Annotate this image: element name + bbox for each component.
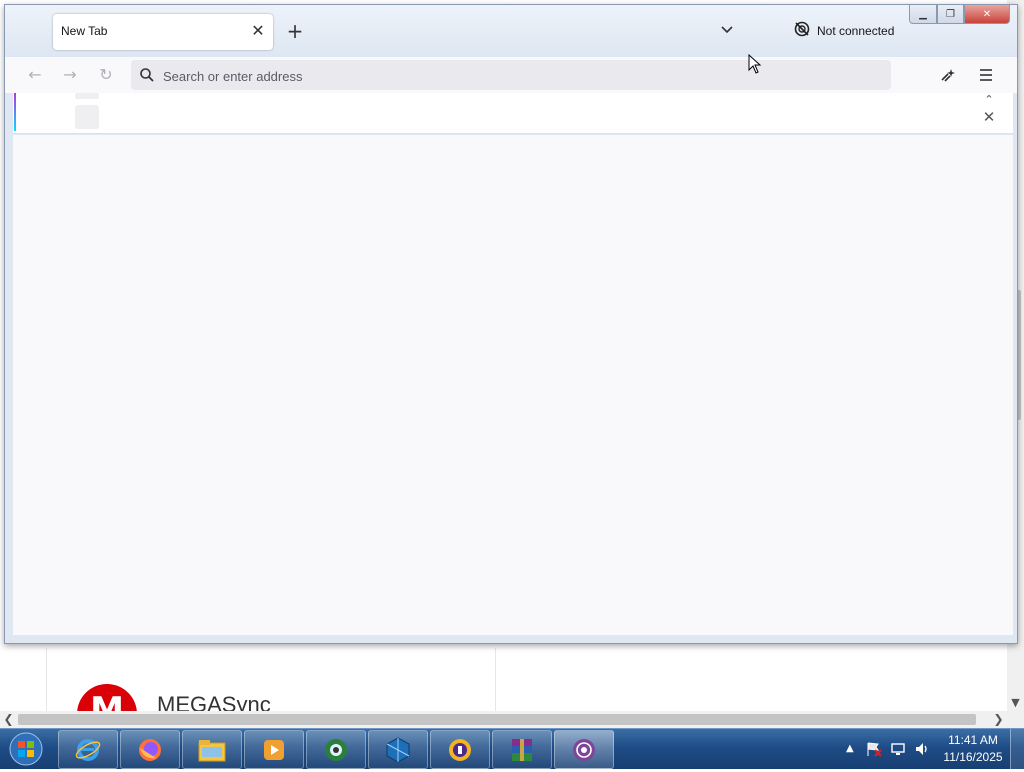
address-bar[interactable] (131, 60, 891, 92)
search-icon (139, 67, 155, 83)
network-icon[interactable] (890, 741, 906, 757)
show-desktop-button[interactable] (1010, 729, 1024, 769)
virtualbox-icon[interactable] (368, 730, 428, 769)
notification-placeholder (75, 93, 99, 99)
title-bar[interactable]: New Tab ✕ + Not connected ▁ ❐ ✕ (5, 5, 1017, 57)
tab-new-tab[interactable]: New Tab ✕ (53, 14, 273, 50)
notification-icon-placeholder (75, 105, 99, 129)
horizontal-scrollbar[interactable]: ❮ ❯ (0, 711, 1024, 728)
clock-date[interactable]: 11/16/2025 (940, 750, 1006, 764)
new-tab-plus-icon[interactable]: + (285, 21, 305, 41)
forward-arrow-icon[interactable]: → (60, 65, 80, 85)
notification-bar: ⌃ ✕ (13, 93, 1013, 134)
notification-accent (14, 93, 16, 131)
scroll-down-arrow-icon[interactable]: ▼ (1007, 694, 1024, 711)
horizontal-scrollbar-thumb[interactable] (18, 714, 976, 725)
file-explorer-icon[interactable] (182, 730, 242, 769)
volume-icon[interactable] (914, 741, 930, 757)
tab-close-icon[interactable]: ✕ (249, 22, 267, 40)
minimize-button[interactable]: ▁ (909, 5, 937, 24)
browser-window: New Tab ✕ + Not connected ▁ ❐ ✕ ← → ↻ Se… (4, 4, 1018, 644)
reload-icon[interactable]: ↻ (96, 65, 116, 85)
vpn-shield-icon (793, 20, 811, 42)
mouse-cursor-icon (748, 53, 762, 74)
internet-explorer-icon[interactable] (58, 730, 118, 769)
close-window-button[interactable]: ✕ (964, 5, 1010, 24)
clock-time[interactable]: 11:41 AM (940, 733, 1006, 747)
page-content[interactable] (13, 135, 1013, 635)
taskbar: ▲ 11:41 AM 11/16/2025 (0, 728, 1024, 769)
back-arrow-icon[interactable]: ← (25, 65, 45, 85)
tracking-protection-icon[interactable] (939, 65, 959, 85)
notification-close-icon[interactable]: ✕ (981, 109, 997, 125)
vpn-client-icon[interactable] (430, 730, 490, 769)
vpn-status-button[interactable]: Not connected (793, 21, 894, 41)
start-button[interactable] (2, 730, 50, 768)
show-hidden-icons-arrow-icon[interactable]: ▲ (846, 741, 862, 757)
window-controls: ▁ ❐ ✕ (909, 5, 1013, 25)
tab-title: New Tab (61, 24, 108, 38)
list-all-tabs-chevron-icon[interactable] (719, 22, 735, 38)
media-player-icon[interactable] (244, 730, 304, 769)
scroll-right-arrow-icon[interactable]: ❯ (990, 711, 1007, 728)
tor-browser-icon[interactable] (554, 730, 614, 769)
vpn-status-label: Not connected (817, 24, 895, 38)
firefox-icon[interactable] (120, 730, 180, 769)
hamburger-menu-icon[interactable] (975, 65, 997, 85)
action-center-flag-icon[interactable] (866, 741, 882, 757)
network-tool-icon[interactable] (306, 730, 366, 769)
desktop: M MEGASync ▼ ❮ ❯ New Tab ✕ + Not connect… (0, 0, 1024, 769)
collapse-chevron-icon[interactable]: ⌃ (981, 93, 997, 106)
maximize-button[interactable]: ❐ (937, 5, 964, 24)
scroll-left-arrow-icon[interactable]: ❮ (0, 711, 17, 728)
navigation-toolbar: ← → ↻ (5, 57, 1017, 93)
winrar-icon[interactable] (492, 730, 552, 769)
